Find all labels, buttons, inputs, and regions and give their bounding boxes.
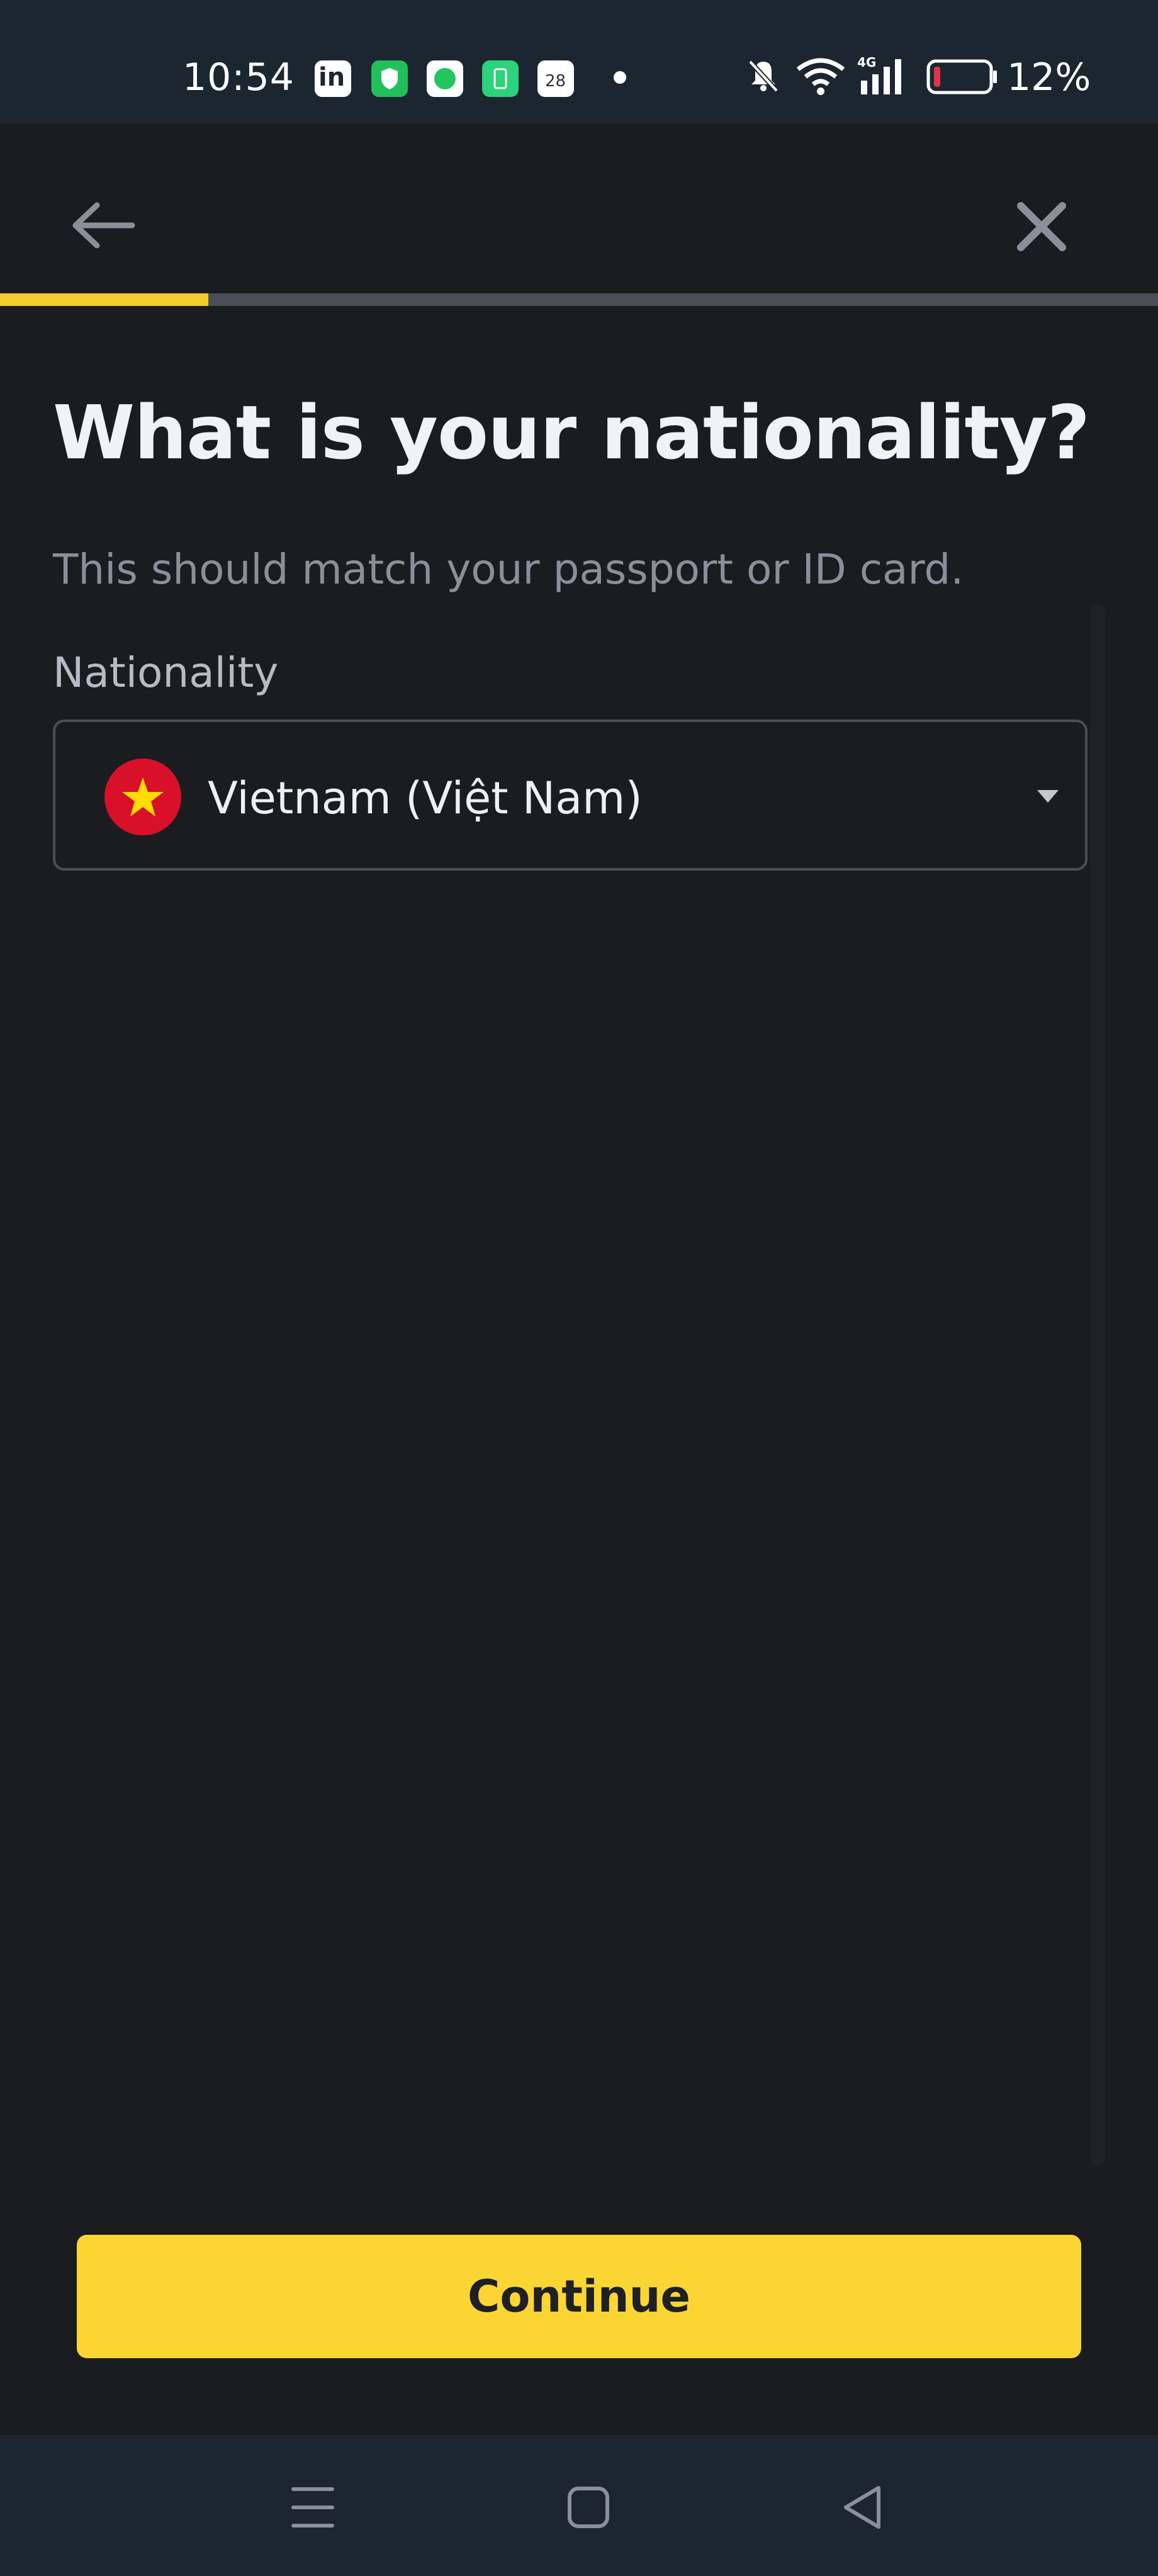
more-notifications-dot-icon [614, 71, 626, 84]
battery-icon [926, 59, 997, 94]
close-button[interactable] [1013, 198, 1070, 255]
caret-down-icon [1037, 790, 1059, 803]
continue-button[interactable]: Continue [77, 2235, 1081, 2358]
status-time: 10:54 [183, 55, 295, 99]
home-square-icon [568, 2487, 609, 2528]
bell-muted-icon [748, 60, 779, 93]
nationality-select-value: Vietnam (Việt Nam) [208, 772, 643, 824]
back-button[interactable] [69, 200, 138, 251]
battery-level-fill [934, 67, 940, 87]
triangle-back-icon [844, 2486, 880, 2529]
progress-bar-fill [0, 293, 209, 306]
close-icon [1017, 202, 1066, 251]
star-icon [122, 777, 164, 816]
chat-notification-icon [427, 60, 463, 97]
nationality-select[interactable]: Vietnam (Việt Nam) [53, 720, 1088, 871]
battery-percent: 12% [1007, 55, 1091, 99]
home-button[interactable] [560, 2479, 617, 2536]
calendar-notification-icon [537, 60, 574, 97]
nationality-label: Nationality [53, 648, 279, 697]
recent-apps-button[interactable] [284, 2479, 341, 2536]
status-bar: 10:54 4G [0, 0, 1158, 123]
linkedin-notification-icon [315, 60, 351, 97]
arrow-left-icon [72, 202, 135, 249]
screen: 10:54 4G [0, 0, 1158, 2576]
system-back-button[interactable] [836, 2479, 892, 2536]
shield-notification-icon [371, 60, 408, 97]
vietnam-flag-icon [104, 759, 181, 835]
scrollbar[interactable] [1090, 604, 1105, 2166]
wifi-icon [796, 58, 845, 95]
menu-icon [291, 2487, 334, 2528]
page-title: What is your nationality? [53, 389, 1090, 476]
cellular-signal-icon: 4G [857, 55, 901, 94]
battery-app-notification-icon [482, 60, 519, 97]
progress-bar [0, 293, 1158, 306]
system-navigation-bar [0, 2435, 1158, 2576]
page-subtitle: This should match your passport or ID ca… [53, 545, 964, 594]
network-type-label: 4G [857, 55, 876, 70]
